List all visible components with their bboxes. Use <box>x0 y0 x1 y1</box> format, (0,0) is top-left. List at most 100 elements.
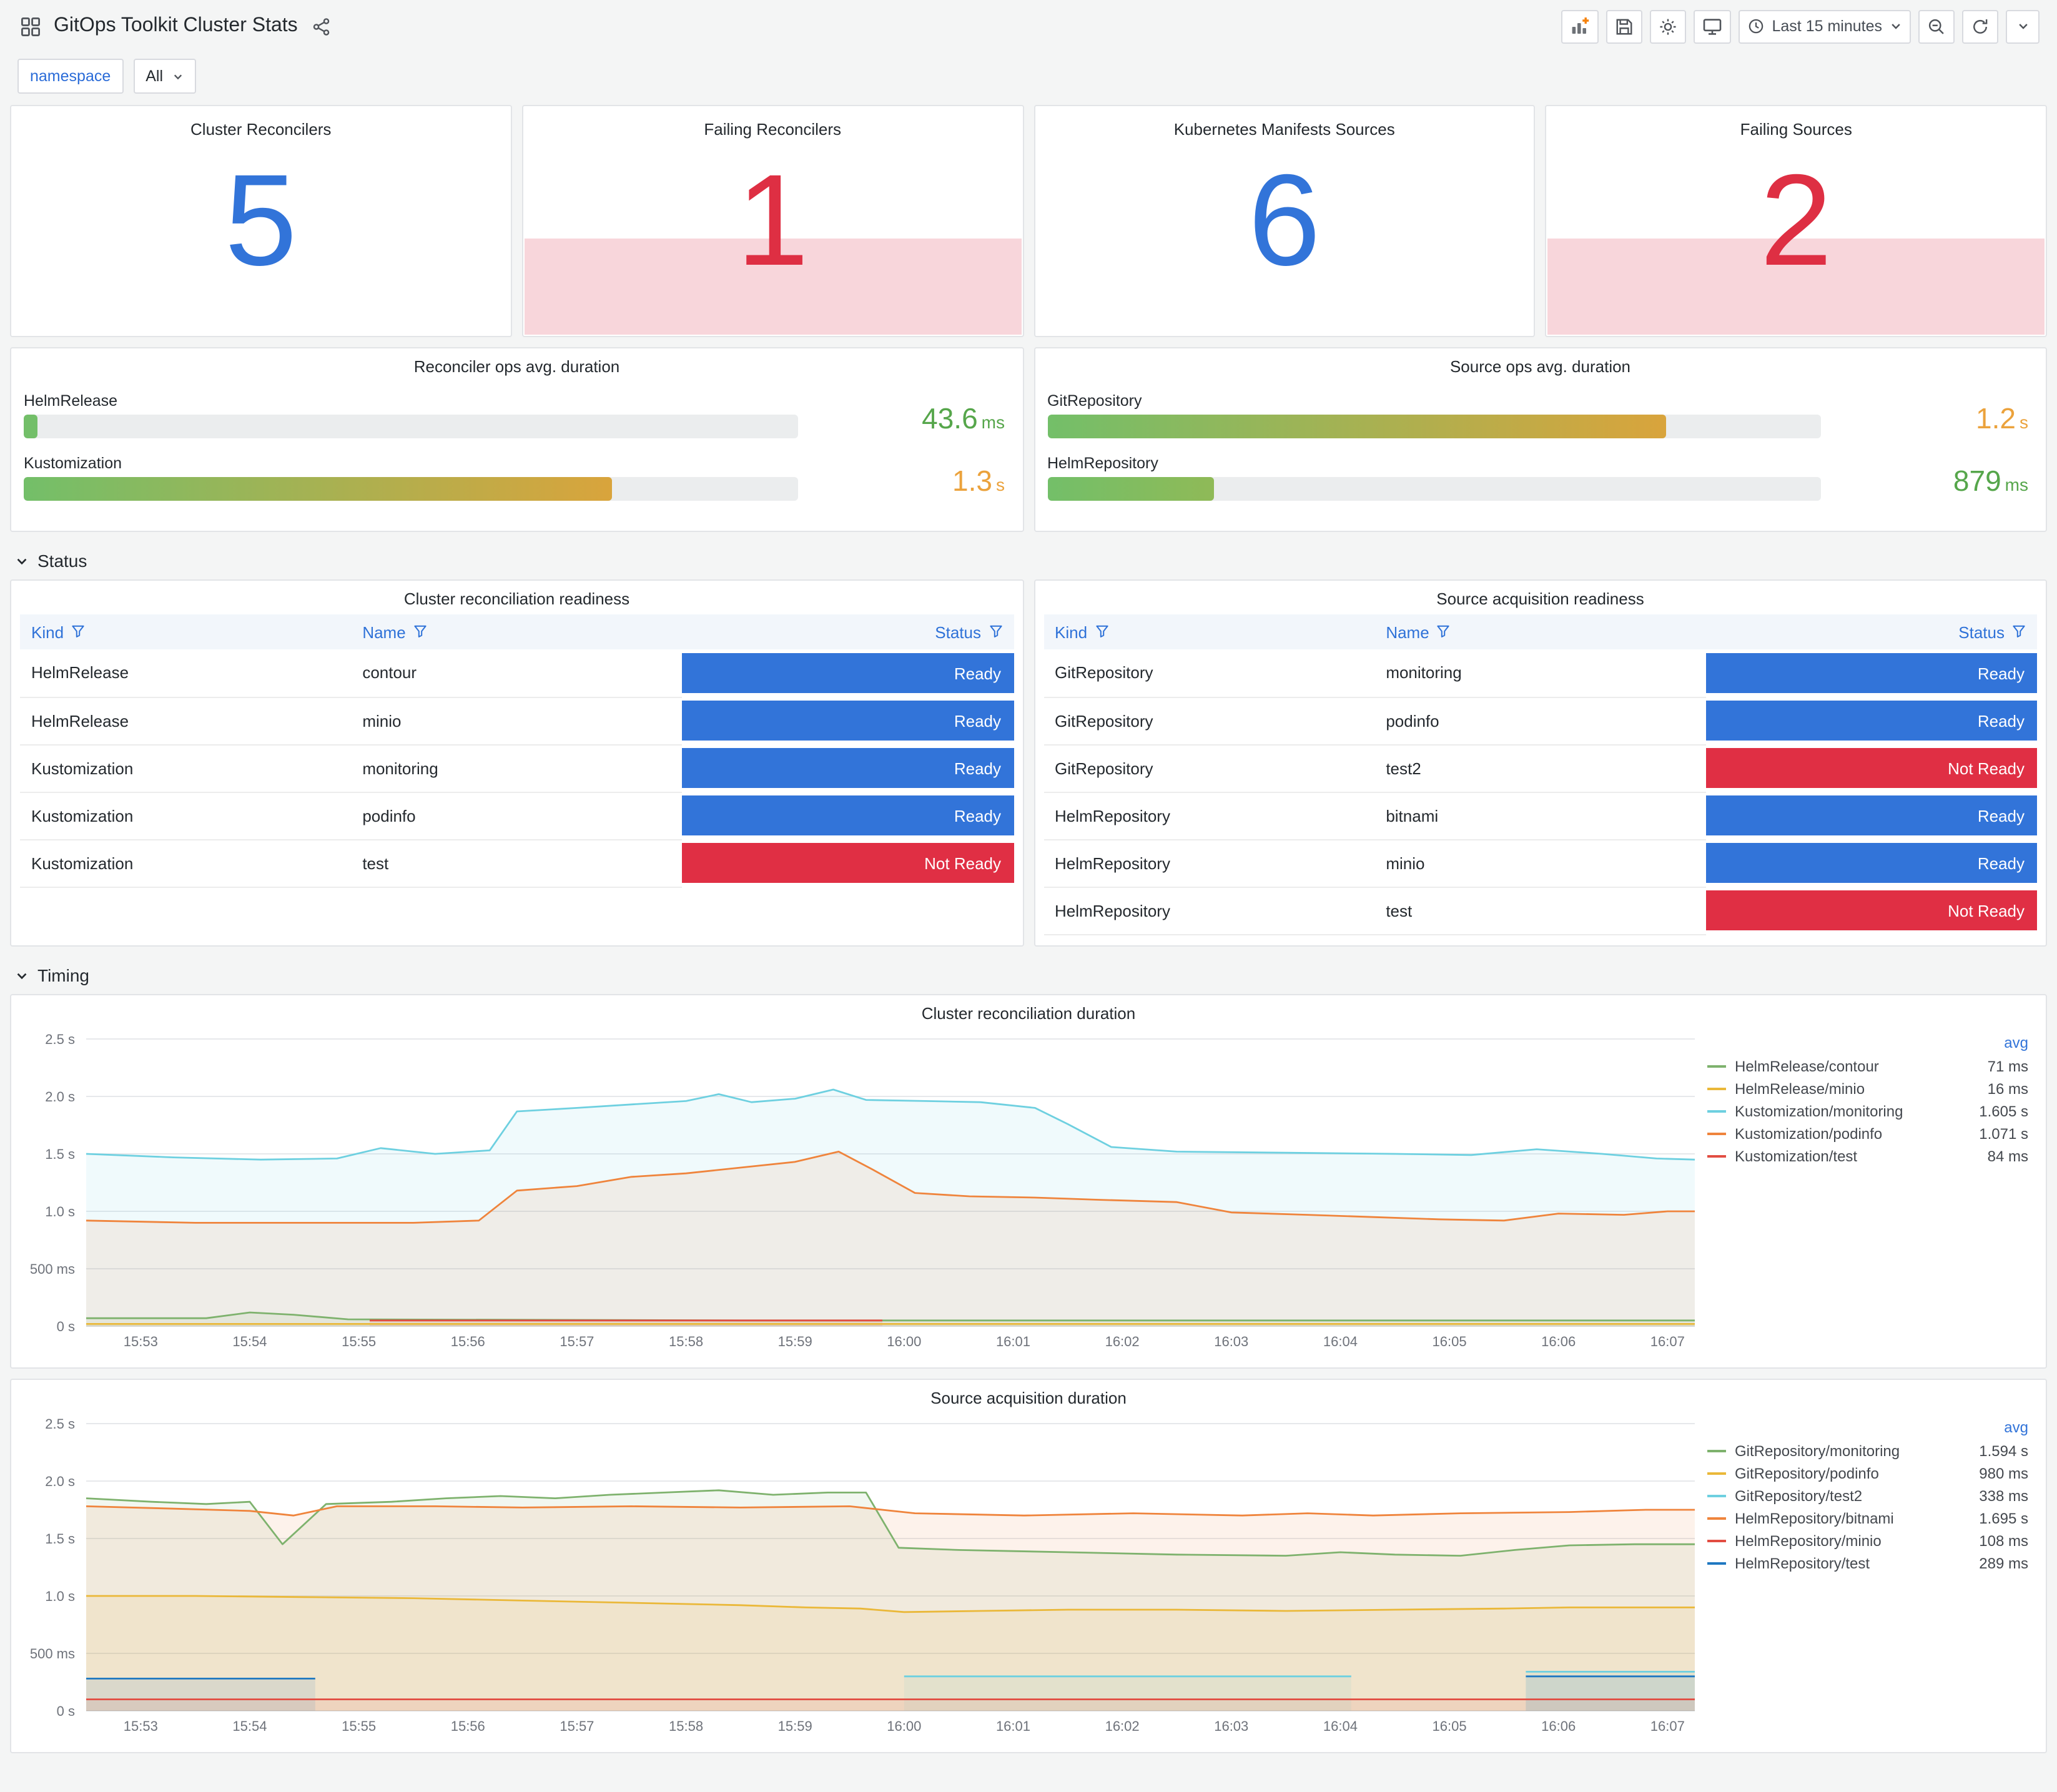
legend-series-name: GitRepository/monitoring <box>1735 1442 1900 1460</box>
legend-item[interactable]: Kustomization/monitoring 1.605 s <box>1707 1100 2028 1123</box>
cell-status: Ready <box>682 697 1014 744</box>
panel-title[interactable]: Reconciler ops avg. duration <box>11 348 1022 380</box>
legend-series-name: HelmRelease/minio <box>1735 1080 1865 1098</box>
svg-text:15:55: 15:55 <box>342 1334 376 1349</box>
legend-series-swatch <box>1707 1110 1726 1113</box>
column-header-kind[interactable]: Kind <box>1043 614 1375 649</box>
legend-item[interactable]: Kustomization/podinfo 1.071 s <box>1707 1123 2028 1145</box>
column-header-kind[interactable]: Kind <box>20 614 352 649</box>
bar-gauge-fill <box>1047 477 1214 501</box>
bar-gauge-fill <box>24 477 612 501</box>
cell-kind: GitRepository <box>1043 697 1375 745</box>
refresh-button[interactable] <box>1962 9 1998 43</box>
svg-text:15:57: 15:57 <box>560 1718 594 1734</box>
cell-status: Ready <box>1705 697 2037 744</box>
legend-avg-header: avg <box>2004 1034 2028 1051</box>
legend-item[interactable]: GitRepository/monitoring 1.594 s <box>1707 1440 2028 1462</box>
bar-gauge-row: HelmRelease 43.6 ms <box>24 392 1005 438</box>
bar-gauge-main: HelmRelease <box>24 392 797 438</box>
filter-funnel-icon[interactable] <box>2012 624 2026 638</box>
legend-series-avg: 16 ms <box>1987 1080 2028 1098</box>
bar-gauge-value: 879 ms <box>1841 465 2028 501</box>
stat-value: 6 <box>1248 149 1321 293</box>
row-toggle-status[interactable]: Status <box>10 542 2047 579</box>
bar-gauge-unit: s <box>2020 412 2028 432</box>
row-toggle-timing[interactable]: Timing <box>10 957 2047 994</box>
column-header-status[interactable]: Status <box>682 614 1014 649</box>
stat-panel: Failing Reconcilers 1 <box>521 105 1024 337</box>
legend-item[interactable]: HelmRelease/minio 16 ms <box>1707 1078 2028 1100</box>
bar-gauge-value: 43.6 ms <box>817 402 1005 438</box>
save-dashboard-button[interactable] <box>1606 9 1642 43</box>
table-row: GitRepository podinfo Ready <box>1043 697 2037 745</box>
bar-gauge-unit: s <box>996 475 1005 495</box>
table-row: HelmRelease minio Ready <box>20 697 1014 745</box>
svg-text:500 ms: 500 ms <box>30 1646 75 1662</box>
svg-text:15:53: 15:53 <box>124 1334 158 1349</box>
legend-series-swatch <box>1707 1155 1726 1158</box>
legend-series-name: Kustomization/test <box>1735 1148 1858 1165</box>
bar-gauge-track <box>24 415 797 438</box>
cycle-view-mode-button[interactable] <box>1693 9 1731 43</box>
legend-series-name: GitRepository/test2 <box>1735 1487 1863 1505</box>
filter-funnel-icon[interactable] <box>1095 624 1108 638</box>
panel-source-acquisition-readiness: Source acquisition readiness Kind Name Sta… <box>1033 579 2047 947</box>
chevron-down-icon <box>174 74 182 79</box>
svg-text:16:01: 16:01 <box>996 1718 1030 1734</box>
header: GitOps Toolkit Cluster Stats Last 15 min… <box>10 0 2047 52</box>
legend-item[interactable]: GitRepository/podinfo 980 ms <box>1707 1462 2028 1485</box>
legend-item[interactable]: Kustomization/test 84 ms <box>1707 1145 2028 1168</box>
panel-source-ops-duration: Source ops avg. duration GitRepository 1.… <box>1033 347 2047 532</box>
column-header-name[interactable]: Name <box>351 614 683 649</box>
status-badge: Ready <box>1705 653 2037 693</box>
svg-text:15:54: 15:54 <box>232 1718 267 1734</box>
legend-series-avg: 338 ms <box>1979 1487 2028 1505</box>
zoom-out-button[interactable] <box>1918 9 1955 43</box>
column-header-name[interactable]: Name <box>1374 614 1706 649</box>
panel-title[interactable]: Source acquisition duration <box>11 1380 2046 1411</box>
cell-kind: HelmRelease <box>20 649 352 697</box>
panel-cluster-reconciliation-duration: Cluster reconciliation duration 0 s 500 m… <box>10 994 2047 1369</box>
filter-funnel-icon[interactable] <box>1437 624 1451 638</box>
add-panel-button[interactable] <box>1561 9 1599 43</box>
legend-item[interactable]: HelmRepository/bitnami 1.695 s <box>1707 1507 2028 1530</box>
stat-panel: Failing Sources 2 <box>1545 105 2047 337</box>
legend-series-swatch <box>1707 1472 1726 1475</box>
column-header-status[interactable]: Status <box>1705 614 2037 649</box>
time-range-picker[interactable]: Last 15 minutes <box>1738 9 1911 43</box>
legend-item[interactable]: HelmRepository/test 289 ms <box>1707 1552 2028 1575</box>
cell-status: Ready <box>682 744 1014 792</box>
dashboard-settings-button[interactable] <box>1649 9 1686 43</box>
legend-item[interactable]: GitRepository/test2 338 ms <box>1707 1485 2028 1507</box>
grafana-dashboard: GitOps Toolkit Cluster Stats Last 15 min… <box>0 0 2057 1792</box>
stat-value: 1 <box>736 149 809 293</box>
legend-series-name: GitRepository/podinfo <box>1735 1465 1879 1482</box>
bar-gauge-number: 1.2 <box>1976 402 2016 435</box>
legend-series-avg: 1.071 s <box>1979 1125 2028 1143</box>
share-icon[interactable] <box>310 14 334 38</box>
legend-item[interactable]: HelmRepository/minio 108 ms <box>1707 1530 2028 1552</box>
cell-status: Not Ready <box>1705 744 2037 792</box>
legend-item[interactable]: HelmRelease/contour 71 ms <box>1707 1055 2028 1078</box>
svg-text:2.5 s: 2.5 s <box>45 1031 75 1047</box>
filter-funnel-icon[interactable] <box>989 624 1002 638</box>
bar-gauge-row: GitRepository 1.2 s <box>1047 392 2028 438</box>
filter-funnel-icon[interactable] <box>413 624 427 638</box>
svg-text:16:05: 16:05 <box>1433 1718 1467 1734</box>
status-badge: Ready <box>682 748 1014 788</box>
panel-title[interactable]: Cluster reconciliation readiness <box>11 581 1022 612</box>
panel-title[interactable]: Source acquisition readiness <box>1035 581 2046 612</box>
dashboard-grid-icon[interactable] <box>17 13 44 39</box>
panel-title[interactable]: Source ops avg. duration <box>1035 348 2046 380</box>
svg-text:16:04: 16:04 <box>1323 1334 1358 1349</box>
panel-title[interactable]: Cluster reconciliation duration <box>11 995 2046 1026</box>
refresh-interval-dropdown[interactable] <box>2006 9 2040 43</box>
variable-value-dropdown[interactable]: All <box>133 59 196 94</box>
filter-funnel-icon[interactable] <box>71 624 85 638</box>
svg-text:16:02: 16:02 <box>1105 1334 1140 1349</box>
bar-gauge-fill <box>1047 415 1667 438</box>
legend-series-swatch <box>1707 1088 1726 1090</box>
cell-name: podinfo <box>351 792 683 840</box>
bar-gauge-row: Kustomization 1.3 s <box>24 455 1005 501</box>
bar-gauge-number: 1.3 <box>952 465 992 497</box>
